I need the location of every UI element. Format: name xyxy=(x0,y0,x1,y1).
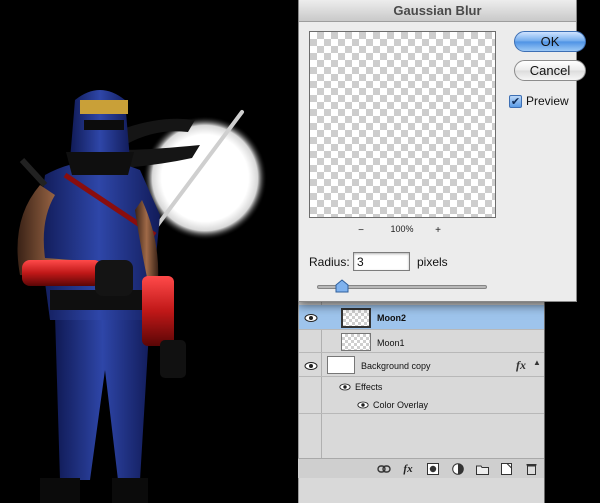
layer-thumbnail xyxy=(341,333,371,351)
ninja-head xyxy=(66,90,134,175)
layer-thumbnail xyxy=(341,308,371,328)
cancel-button[interactable]: Cancel xyxy=(514,60,586,81)
zoom-in-button[interactable]: + xyxy=(431,225,445,236)
new-layer-icon[interactable] xyxy=(498,461,514,477)
fx-badge[interactable]: fx xyxy=(516,358,526,373)
blur-preview-canvas[interactable] xyxy=(309,31,496,218)
zoom-level: 100% xyxy=(390,224,414,234)
ok-button[interactable]: OK xyxy=(514,31,586,52)
layer-name: Background copy xyxy=(361,361,431,371)
eye-icon[interactable] xyxy=(304,311,318,325)
layer-thumbnail xyxy=(327,356,355,374)
radius-label: Radius: xyxy=(309,255,350,269)
checkmark-icon: ✔ xyxy=(510,96,521,108)
zoom-out-button[interactable]: − xyxy=(354,225,368,236)
fx-icon[interactable]: fx xyxy=(400,461,416,477)
radius-unit-label: pixels xyxy=(417,255,448,269)
layer-row-background-copy[interactable]: Background copy fx ▲ xyxy=(299,354,545,377)
mask-icon[interactable] xyxy=(425,461,441,477)
adjustment-icon[interactable] xyxy=(450,461,466,477)
trash-icon[interactable] xyxy=(523,461,539,477)
layer-row-color-overlay[interactable]: Color Overlay xyxy=(299,396,545,414)
slider-thumb-icon[interactable] xyxy=(335,279,349,293)
eye-icon[interactable] xyxy=(357,399,369,411)
radius-input[interactable] xyxy=(353,252,410,271)
layers-panel-edge xyxy=(544,300,545,503)
layer-row-effects[interactable]: Effects xyxy=(299,378,545,396)
dialog-titlebar[interactable]: Gaussian Blur xyxy=(299,0,576,22)
gaussian-blur-dialog: Gaussian Blur − 100% + OK Cancel ✔ Previ… xyxy=(298,0,586,302)
preview-label: Preview xyxy=(526,94,569,108)
link-icon[interactable] xyxy=(376,461,392,477)
layer-row-moon2[interactable]: Moon2 xyxy=(299,305,545,330)
layer-name: Effects xyxy=(355,382,383,392)
layer-name: Moon1 xyxy=(377,338,405,348)
layer-row-moon1[interactable]: Moon1 xyxy=(299,331,545,353)
dialog-title: Gaussian Blur xyxy=(393,3,482,18)
layers-footer-toolbar: fx xyxy=(298,458,544,478)
eye-icon[interactable] xyxy=(339,381,351,393)
eye-icon[interactable] xyxy=(304,359,318,373)
expand-triangle-icon[interactable]: ▲ xyxy=(533,358,541,367)
layer-name: Color Overlay xyxy=(373,400,429,410)
folder-icon[interactable] xyxy=(474,461,490,477)
layer-name: Moon2 xyxy=(377,313,406,323)
preview-checkbox[interactable]: ✔ xyxy=(509,95,522,108)
